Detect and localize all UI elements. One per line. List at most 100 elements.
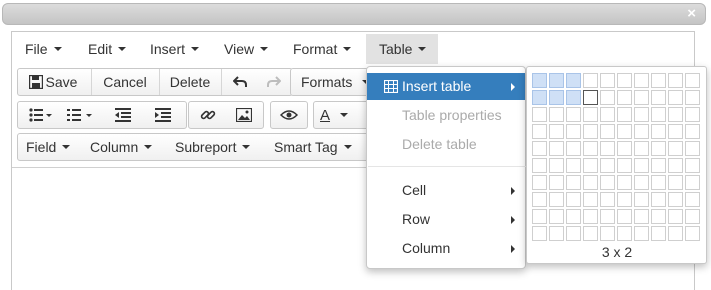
table-grid-cell[interactable] [600, 175, 615, 190]
table-grid-cell[interactable] [532, 175, 547, 190]
table-grid-cell[interactable] [583, 90, 598, 105]
table-grid-cell[interactable] [651, 192, 666, 207]
table-grid-cell[interactable] [634, 73, 649, 88]
menu-item-cell[interactable]: Cell [367, 177, 525, 204]
table-grid-cell[interactable] [634, 124, 649, 139]
table-grid-cell[interactable] [532, 124, 547, 139]
table-grid-cell[interactable] [532, 73, 547, 88]
table-grid-cell[interactable] [566, 107, 581, 122]
table-grid-cell[interactable] [549, 107, 564, 122]
table-grid-cell[interactable] [566, 192, 581, 207]
table-grid-cell[interactable] [685, 209, 700, 224]
table-grid-cell[interactable] [634, 90, 649, 105]
table-grid-cell[interactable] [617, 107, 632, 122]
table-grid-cell[interactable] [617, 209, 632, 224]
table-grid-cell[interactable] [617, 158, 632, 173]
table-grid-cell[interactable] [617, 175, 632, 190]
table-grid-cell[interactable] [583, 158, 598, 173]
table-grid-cell[interactable] [583, 141, 598, 156]
table-grid-cell[interactable] [600, 124, 615, 139]
table-grid-cell[interactable] [685, 175, 700, 190]
menu-item-row[interactable]: Row [367, 206, 525, 233]
table-grid-cell[interactable] [566, 124, 581, 139]
table-grid-cell[interactable] [651, 107, 666, 122]
table-grid-cell[interactable] [617, 141, 632, 156]
formats-button[interactable]: Formats [301, 69, 371, 95]
table-grid-cell[interactable] [583, 226, 598, 241]
table-grid-cell[interactable] [532, 141, 547, 156]
menu-view[interactable]: View [211, 34, 269, 64]
menu-file[interactable]: File [12, 34, 62, 64]
table-grid-cell[interactable] [532, 107, 547, 122]
table-grid-cell[interactable] [583, 107, 598, 122]
table-grid-cell[interactable] [651, 209, 666, 224]
table-grid-cell[interactable] [566, 90, 581, 105]
table-grid-cell[interactable] [549, 175, 564, 190]
table-grid-cell[interactable] [651, 175, 666, 190]
table-grid-cell[interactable] [651, 90, 666, 105]
table-grid-cell[interactable] [634, 226, 649, 241]
table-grid-cell[interactable] [549, 209, 564, 224]
table-grid-cell[interactable] [549, 192, 564, 207]
table-grid-cell[interactable] [549, 124, 564, 139]
table-grid-cell[interactable] [668, 175, 683, 190]
numbered-list-button[interactable] [60, 102, 100, 128]
table-grid-cell[interactable] [566, 226, 581, 241]
table-grid-cell[interactable] [685, 158, 700, 173]
table-grid-cell[interactable] [532, 209, 547, 224]
table-grid-cell[interactable] [651, 226, 666, 241]
table-grid-cell[interactable] [634, 107, 649, 122]
table-grid-cell[interactable] [532, 192, 547, 207]
table-grid-cell[interactable] [685, 226, 700, 241]
table-grid-cell[interactable] [617, 226, 632, 241]
table-grid-cell[interactable] [685, 90, 700, 105]
smart-tag-button[interactable]: Smart Tag [274, 134, 374, 160]
table-grid-cell[interactable] [532, 90, 547, 105]
table-grid-cell[interactable] [583, 124, 598, 139]
menu-table[interactable]: Table [366, 34, 439, 64]
table-grid-cell[interactable] [668, 141, 683, 156]
table-grid-cell[interactable] [617, 124, 632, 139]
table-grid-cell[interactable] [532, 158, 547, 173]
table-grid-cell[interactable] [600, 226, 615, 241]
table-grid-cell[interactable] [600, 141, 615, 156]
table-grid-cell[interactable] [685, 124, 700, 139]
table-grid-cell[interactable] [549, 73, 564, 88]
table-grid-cell[interactable] [549, 226, 564, 241]
table-grid-cell[interactable] [549, 90, 564, 105]
table-grid-cell[interactable] [685, 107, 700, 122]
table-grid-cell[interactable] [566, 141, 581, 156]
table-grid-cell[interactable] [651, 158, 666, 173]
undo-button[interactable] [223, 69, 256, 95]
delete-button[interactable]: Delete [161, 69, 219, 95]
field-button[interactable]: Field [26, 134, 84, 160]
menu-item-column[interactable]: Column [367, 235, 525, 262]
table-grid-cell[interactable] [583, 73, 598, 88]
indent-button[interactable] [142, 102, 184, 128]
table-grid-cell[interactable] [651, 141, 666, 156]
table-grid-cell[interactable] [600, 107, 615, 122]
table-grid-cell[interactable] [651, 73, 666, 88]
menu-format[interactable]: Format [280, 34, 352, 64]
table-grid-cell[interactable] [685, 141, 700, 156]
table-grid-cell[interactable] [634, 192, 649, 207]
table-grid-cell[interactable] [549, 158, 564, 173]
table-grid-cell[interactable] [651, 124, 666, 139]
image-button[interactable] [227, 102, 261, 128]
table-grid-cell[interactable] [566, 158, 581, 173]
table-grid-cell[interactable] [668, 209, 683, 224]
table-grid-cell[interactable] [566, 175, 581, 190]
column-button[interactable]: Column [90, 134, 172, 160]
formats-dropdown[interactable]: Formats [290, 68, 376, 96]
table-grid-cell[interactable] [566, 209, 581, 224]
close-icon[interactable]: × [687, 5, 696, 23]
table-grid-cell[interactable] [634, 141, 649, 156]
preview-button[interactable] [271, 102, 307, 128]
table-grid-cell[interactable] [668, 226, 683, 241]
link-button[interactable] [191, 102, 225, 128]
bullet-list-button[interactable] [22, 102, 60, 128]
table-grid-cell[interactable] [668, 192, 683, 207]
table-grid-cell[interactable] [685, 73, 700, 88]
table-grid-cell[interactable] [617, 90, 632, 105]
table-grid-cell[interactable] [600, 90, 615, 105]
